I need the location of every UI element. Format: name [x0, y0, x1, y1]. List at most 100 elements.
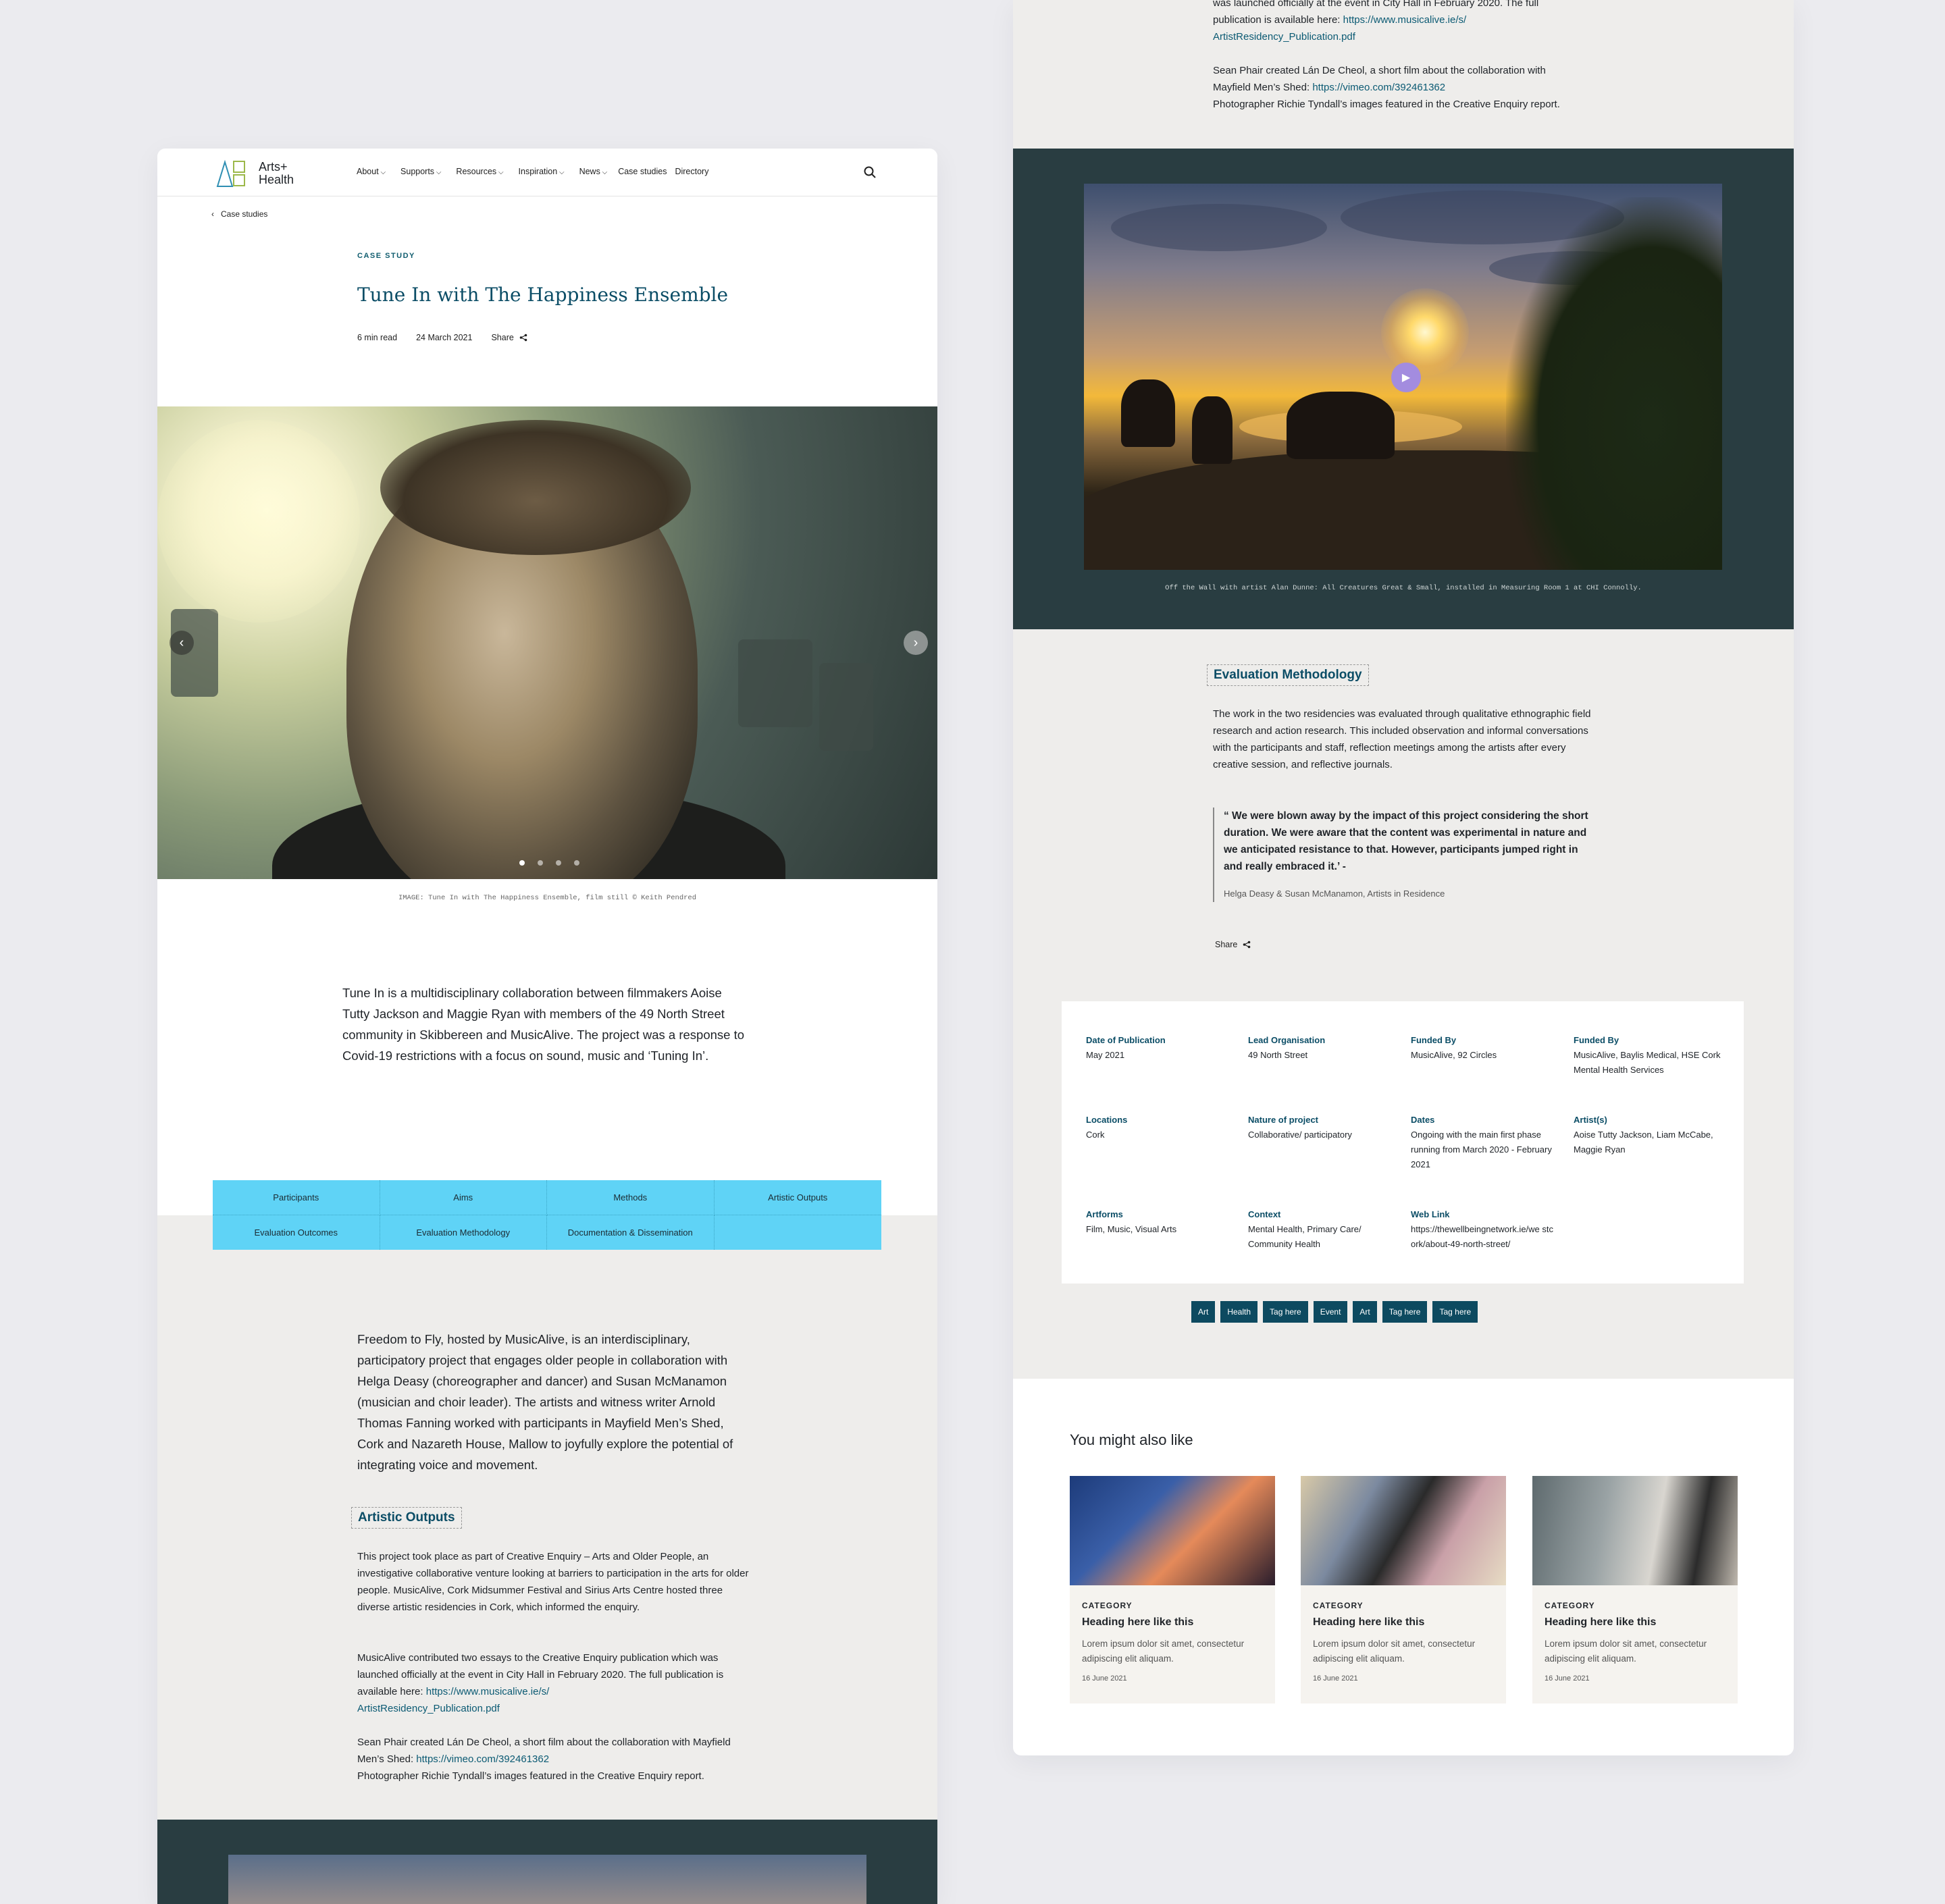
artistic-outputs-p1: This project took place as part of Creat…	[357, 1551, 749, 1613]
info-web-link: Web Link https://thewellbeingnetwork.ie/w…	[1411, 1207, 1556, 1252]
tab-methods[interactable]: Methods	[547, 1180, 715, 1215]
video-player[interactable]: ▶	[1084, 184, 1722, 570]
vimeo-link[interactable]: https://vimeo.com/392461362	[1312, 82, 1445, 93]
related-card[interactable]: CATEGORY Heading here like this Lorem ip…	[1301, 1476, 1506, 1703]
logo-mark-icon	[216, 159, 245, 187]
card-title: Heading here like this	[1313, 1616, 1425, 1628]
hero-carousel: ‹ ›	[157, 406, 937, 879]
brand-line-2: Health	[259, 173, 294, 186]
hero-caption: IMAGE: Tune In with The Happiness Ensemb…	[398, 894, 697, 902]
article-intro: Tune In is a multidisciplinary collabora…	[342, 986, 745, 1063]
vimeo-link[interactable]: https://vimeo.com/392461362	[416, 1753, 549, 1765]
related-card[interactable]: CATEGORY Heading here like this Lorem ip…	[1070, 1476, 1275, 1703]
carousel-dot-1[interactable]	[519, 860, 525, 866]
tag[interactable]: Tag here	[1382, 1301, 1428, 1323]
tag[interactable]: Art	[1191, 1301, 1216, 1323]
tree-silhouette	[1506, 197, 1722, 570]
related-card[interactable]: CATEGORY Heading here like this Lorem ip…	[1532, 1476, 1738, 1703]
info-dates: Dates Ongoing with the main first phase r…	[1411, 1113, 1556, 1172]
publication-link-a: https://www.musicalive.ie/s/	[1343, 14, 1467, 26]
back-link[interactable]: ‹ Case studies	[211, 209, 267, 219]
artistic-outputs-heading: Artistic Outputs	[351, 1507, 462, 1529]
tab-aims[interactable]: Aims	[380, 1180, 547, 1215]
chevron-left-icon: ‹	[211, 209, 214, 219]
article-title: Tune In with The Happiness Ensemble	[357, 284, 729, 306]
share-label: Share	[491, 333, 514, 342]
carousel-dot-4[interactable]	[574, 860, 579, 866]
card-date: 16 June 2021	[1545, 1674, 1590, 1683]
info-value: Cork	[1086, 1130, 1105, 1140]
card-excerpt: Lorem ipsum dolor sit amet, consectetur …	[1313, 1639, 1476, 1664]
info-value: MusicAlive, 92 Circles	[1411, 1050, 1497, 1060]
content-section-bg: was launched officially at the event in …	[1013, 0, 1794, 149]
quote-attribution: Helga Deasy & Susan McManamon, Artists i…	[1224, 889, 1445, 899]
freedom-paragraph: Freedom to Fly, hosted by MusicAlive, is…	[357, 1332, 733, 1472]
info-label: Funded By	[1411, 1035, 1457, 1045]
video-preview-image	[228, 1855, 866, 1904]
sun-glow	[157, 420, 360, 623]
publication-link-b: ArtistResidency_Publication.pdf	[357, 1703, 500, 1714]
nav-inspiration[interactable]: Inspiration	[519, 167, 565, 176]
nav-about[interactable]: About	[357, 167, 386, 176]
sean-line-1: Sean Phair created Lán De Cheol, a short…	[1213, 65, 1546, 76]
search-icon[interactable]	[863, 165, 877, 179]
card-excerpt: Lorem ipsum dolor sit amet, consectetur …	[1545, 1639, 1707, 1664]
artistic-outputs-p3: Sean Phair created Lán De Cheol, a short…	[357, 1734, 749, 1784]
nav-resources[interactable]: Resources	[456, 167, 503, 176]
p3-post-text: Photographer Richie Tyndall’s images fea…	[357, 1770, 704, 1782]
nav-news[interactable]: News	[579, 167, 608, 176]
tab-evaluation-methodology[interactable]: Evaluation Methodology	[380, 1215, 547, 1250]
share-button[interactable]: Share	[1215, 940, 1251, 949]
share-icon	[1243, 941, 1251, 949]
nav-supports[interactable]: Supports	[400, 167, 441, 176]
info-value: Film, Music, Visual Arts	[1086, 1224, 1177, 1234]
person-silhouette	[1192, 396, 1233, 464]
carousel-prev-button[interactable]: ‹	[170, 631, 194, 655]
card-date: 16 June 2021	[1082, 1674, 1127, 1683]
tab-evaluation-outcomes[interactable]: Evaluation Outcomes	[213, 1215, 380, 1250]
video-caption: Off the Wall with artist Alan Dunne: All…	[1165, 584, 1642, 592]
logo[interactable]: Arts+ Health	[215, 159, 294, 188]
media-band	[157, 1820, 937, 1904]
share-button[interactable]: Share	[491, 333, 527, 342]
article-page-right: was launched officially at the event in …	[1013, 0, 1794, 1755]
tab-artistic-outputs[interactable]: Artistic Outputs	[714, 1180, 881, 1215]
card-date: 16 June 2021	[1313, 1674, 1358, 1683]
evaluation-text: The work in the two residencies was eval…	[1213, 708, 1591, 770]
right-line-1: was launched officially at the event in …	[1213, 0, 1539, 9]
back-link-label: Case studies	[221, 209, 268, 219]
tag[interactable]: Event	[1313, 1301, 1348, 1323]
sun-glow	[1381, 288, 1469, 376]
info-label: Dates	[1411, 1115, 1435, 1125]
site-header: Arts+ Health About Supports Resources In…	[157, 149, 937, 196]
related-card-image	[1070, 1476, 1275, 1585]
tag[interactable]: Tag here	[1263, 1301, 1308, 1323]
share-row: Share	[1215, 940, 1251, 949]
card-title: Heading here like this	[1082, 1616, 1194, 1628]
right-line-2: publication is available here:	[1213, 14, 1341, 26]
right-publication-text: was launched officially at the event in …	[1213, 0, 1618, 45]
tag[interactable]: Tag here	[1432, 1301, 1478, 1323]
tag[interactable]: Health	[1220, 1301, 1258, 1323]
tab-documentation[interactable]: Documentation & Dissemination	[547, 1215, 715, 1250]
nav-case-studies[interactable]: Case studies	[618, 167, 667, 176]
read-time: 6 min read	[357, 333, 398, 342]
info-label: Locations	[1086, 1115, 1128, 1125]
tab-participants[interactable]: Participants	[213, 1180, 380, 1215]
info-label: Artist(s)	[1574, 1115, 1607, 1125]
card-category: CATEGORY	[1313, 1601, 1364, 1610]
tag-list: Art Health Tag here Event Art Tag here T…	[1191, 1301, 1478, 1323]
info-label: Nature of project	[1248, 1115, 1319, 1125]
carousel-next-button[interactable]: ›	[904, 631, 928, 655]
info-value: MusicAlive, Baylis Medical, HSE Cork Men…	[1574, 1050, 1721, 1075]
nav-directory[interactable]: Directory	[675, 167, 708, 176]
tag[interactable]: Art	[1353, 1301, 1377, 1323]
person-silhouette	[1121, 379, 1175, 447]
web-link[interactable]: https://thewellbeingnetwork.ie/we stcork…	[1411, 1224, 1553, 1249]
info-date-of-publication: Date of Publication May 2021	[1086, 1033, 1235, 1063]
evaluation-heading: Evaluation Methodology	[1207, 664, 1369, 686]
play-icon[interactable]: ▶	[1391, 363, 1421, 392]
carousel-dot-3[interactable]	[556, 860, 561, 866]
carousel-dot-2[interactable]	[538, 860, 543, 866]
article-eyebrow: CASE STUDY	[357, 252, 415, 260]
